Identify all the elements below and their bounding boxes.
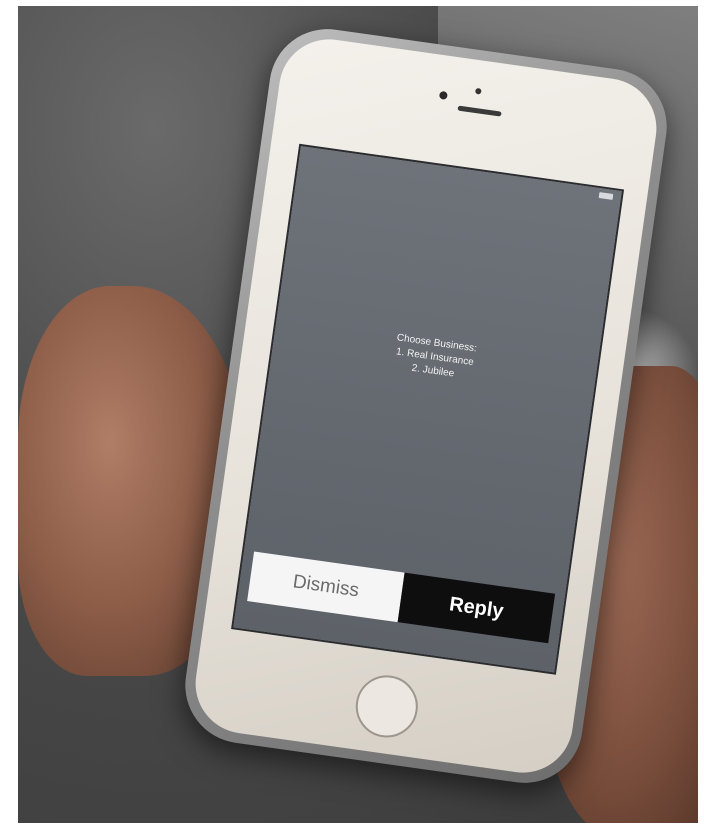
notification-actions: Dismiss Reply [247, 551, 556, 644]
photo-background: Choose Business: 1. Real Insurance 2. Ju… [18, 6, 698, 823]
battery-icon [598, 192, 614, 200]
phone-screen: Choose Business: 1. Real Insurance 2. Ju… [231, 143, 625, 675]
notification-message: Choose Business: 1. Real Insurance 2. Ju… [271, 314, 598, 401]
reply-button[interactable]: Reply [397, 572, 556, 644]
dismiss-button[interactable]: Dismiss [247, 551, 405, 623]
